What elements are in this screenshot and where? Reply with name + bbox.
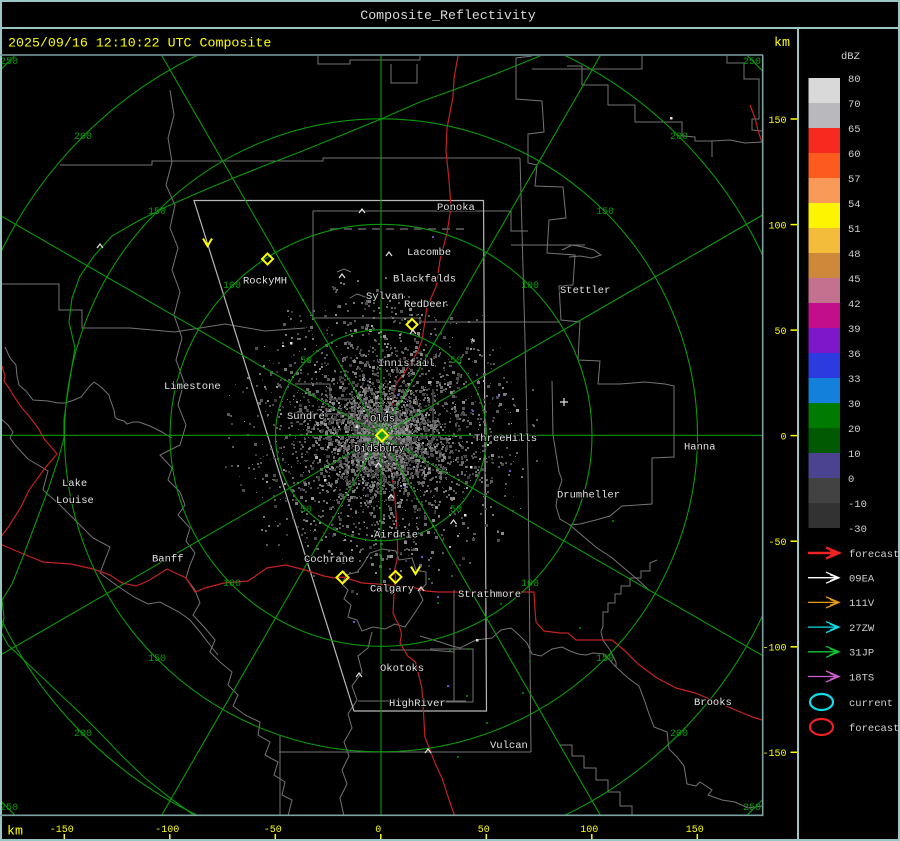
svg-text:50: 50 xyxy=(450,356,462,367)
svg-text:65: 65 xyxy=(848,124,861,136)
svg-text:-100: -100 xyxy=(155,825,179,836)
svg-text:27ZW: 27ZW xyxy=(849,623,875,635)
svg-text:Composite_Reflectivity: Composite_Reflectivity xyxy=(360,8,536,23)
svg-text:Hanna: Hanna xyxy=(684,442,716,454)
svg-text:Cochrane: Cochrane xyxy=(304,554,354,566)
svg-text:48: 48 xyxy=(848,249,861,261)
svg-text:forecast: forecast xyxy=(849,723,899,735)
svg-text:RockyMH: RockyMH xyxy=(243,276,287,288)
svg-text:10: 10 xyxy=(848,449,861,461)
svg-text:250: 250 xyxy=(743,57,761,68)
svg-text:50: 50 xyxy=(300,356,312,367)
svg-text:200: 200 xyxy=(670,132,688,143)
svg-text:Olds: Olds xyxy=(370,414,395,426)
svg-text:ThreeHills: ThreeHills xyxy=(474,433,537,445)
svg-text:Sundre: Sundre xyxy=(287,411,325,423)
svg-text:Stettler: Stettler xyxy=(560,285,610,297)
svg-text:250: 250 xyxy=(0,803,18,814)
svg-text:50: 50 xyxy=(478,825,490,836)
svg-text:Brooks: Brooks xyxy=(694,697,732,709)
svg-text:-100: -100 xyxy=(762,644,786,655)
svg-text:250: 250 xyxy=(0,57,18,68)
svg-text:30: 30 xyxy=(848,399,861,411)
svg-text:Banff: Banff xyxy=(152,554,184,566)
svg-text:31JP: 31JP xyxy=(849,648,874,660)
svg-text:18TS: 18TS xyxy=(849,672,874,684)
svg-text:150: 150 xyxy=(148,207,166,218)
svg-text:2025/09/16 12:10:22 UTC Compos: 2025/09/16 12:10:22 UTC Composite xyxy=(8,36,271,51)
svg-text:Blackfalds: Blackfalds xyxy=(393,274,456,286)
svg-text:0: 0 xyxy=(375,825,381,836)
svg-text:20: 20 xyxy=(848,424,861,436)
svg-text:09EA: 09EA xyxy=(849,574,875,586)
svg-text:-10: -10 xyxy=(848,499,867,511)
svg-text:Strathmore: Strathmore xyxy=(458,589,521,601)
svg-text:150: 150 xyxy=(768,116,786,127)
svg-text:Limestone: Limestone xyxy=(164,381,221,393)
svg-text:Ponoka: Ponoka xyxy=(437,202,475,214)
svg-text:150: 150 xyxy=(596,207,614,218)
svg-text:-50: -50 xyxy=(264,825,282,836)
svg-text:50: 50 xyxy=(300,505,312,516)
svg-text:60: 60 xyxy=(848,149,861,161)
svg-text:Innisfail: Innisfail xyxy=(378,358,435,370)
svg-text:km: km xyxy=(774,35,790,50)
svg-text:HighRiver: HighRiver xyxy=(389,698,446,710)
svg-text:Airdrie: Airdrie xyxy=(374,530,418,542)
svg-text:150: 150 xyxy=(596,654,614,665)
svg-text:Lake: Lake xyxy=(62,478,87,490)
svg-text:Calgary: Calgary xyxy=(370,584,414,596)
svg-text:200: 200 xyxy=(670,729,688,740)
svg-text:-150: -150 xyxy=(762,749,786,760)
svg-text:200: 200 xyxy=(74,729,92,740)
svg-text:70: 70 xyxy=(848,99,861,111)
svg-text:150: 150 xyxy=(686,825,704,836)
svg-text:forecast: forecast xyxy=(849,549,899,561)
svg-text:100: 100 xyxy=(768,221,786,232)
svg-text:39: 39 xyxy=(848,324,861,336)
svg-text:0: 0 xyxy=(780,432,786,443)
svg-text:-150: -150 xyxy=(50,825,74,836)
svg-text:*: * xyxy=(469,337,476,351)
svg-text:50: 50 xyxy=(450,505,462,516)
svg-text:80: 80 xyxy=(848,74,861,86)
svg-text:111V: 111V xyxy=(849,598,875,610)
svg-text:Louise: Louise xyxy=(56,495,94,507)
svg-text:Didsbury: Didsbury xyxy=(354,444,404,456)
svg-text:dBZ: dBZ xyxy=(841,51,860,63)
svg-text:-50: -50 xyxy=(768,538,786,549)
svg-text:Lacombe: Lacombe xyxy=(407,247,451,259)
svg-text:45: 45 xyxy=(848,274,861,286)
svg-text:100: 100 xyxy=(580,825,598,836)
svg-text:250: 250 xyxy=(743,803,761,814)
svg-text:54: 54 xyxy=(848,199,861,211)
svg-text:current: current xyxy=(849,698,893,710)
svg-text:150: 150 xyxy=(148,654,166,665)
svg-text:42: 42 xyxy=(848,299,861,311)
svg-text:100: 100 xyxy=(521,281,539,292)
svg-text:51: 51 xyxy=(848,224,861,236)
svg-text:Vulcan: Vulcan xyxy=(490,740,528,752)
svg-text:100: 100 xyxy=(223,281,241,292)
svg-text:-30: -30 xyxy=(848,524,867,536)
svg-text:50: 50 xyxy=(774,327,786,338)
svg-text:100: 100 xyxy=(521,579,539,590)
svg-text:57: 57 xyxy=(848,174,861,186)
svg-text:Okotoks: Okotoks xyxy=(380,663,424,675)
svg-text:Drumheller: Drumheller xyxy=(557,490,620,502)
svg-text:Sylvan: Sylvan xyxy=(366,291,404,303)
svg-text:33: 33 xyxy=(848,374,861,386)
svg-text:RedDeer: RedDeer xyxy=(404,299,448,311)
svg-text:200: 200 xyxy=(74,132,92,143)
svg-text:km: km xyxy=(7,824,23,839)
svg-text:0: 0 xyxy=(848,474,854,486)
svg-text:36: 36 xyxy=(848,349,861,361)
svg-text:100: 100 xyxy=(223,579,241,590)
